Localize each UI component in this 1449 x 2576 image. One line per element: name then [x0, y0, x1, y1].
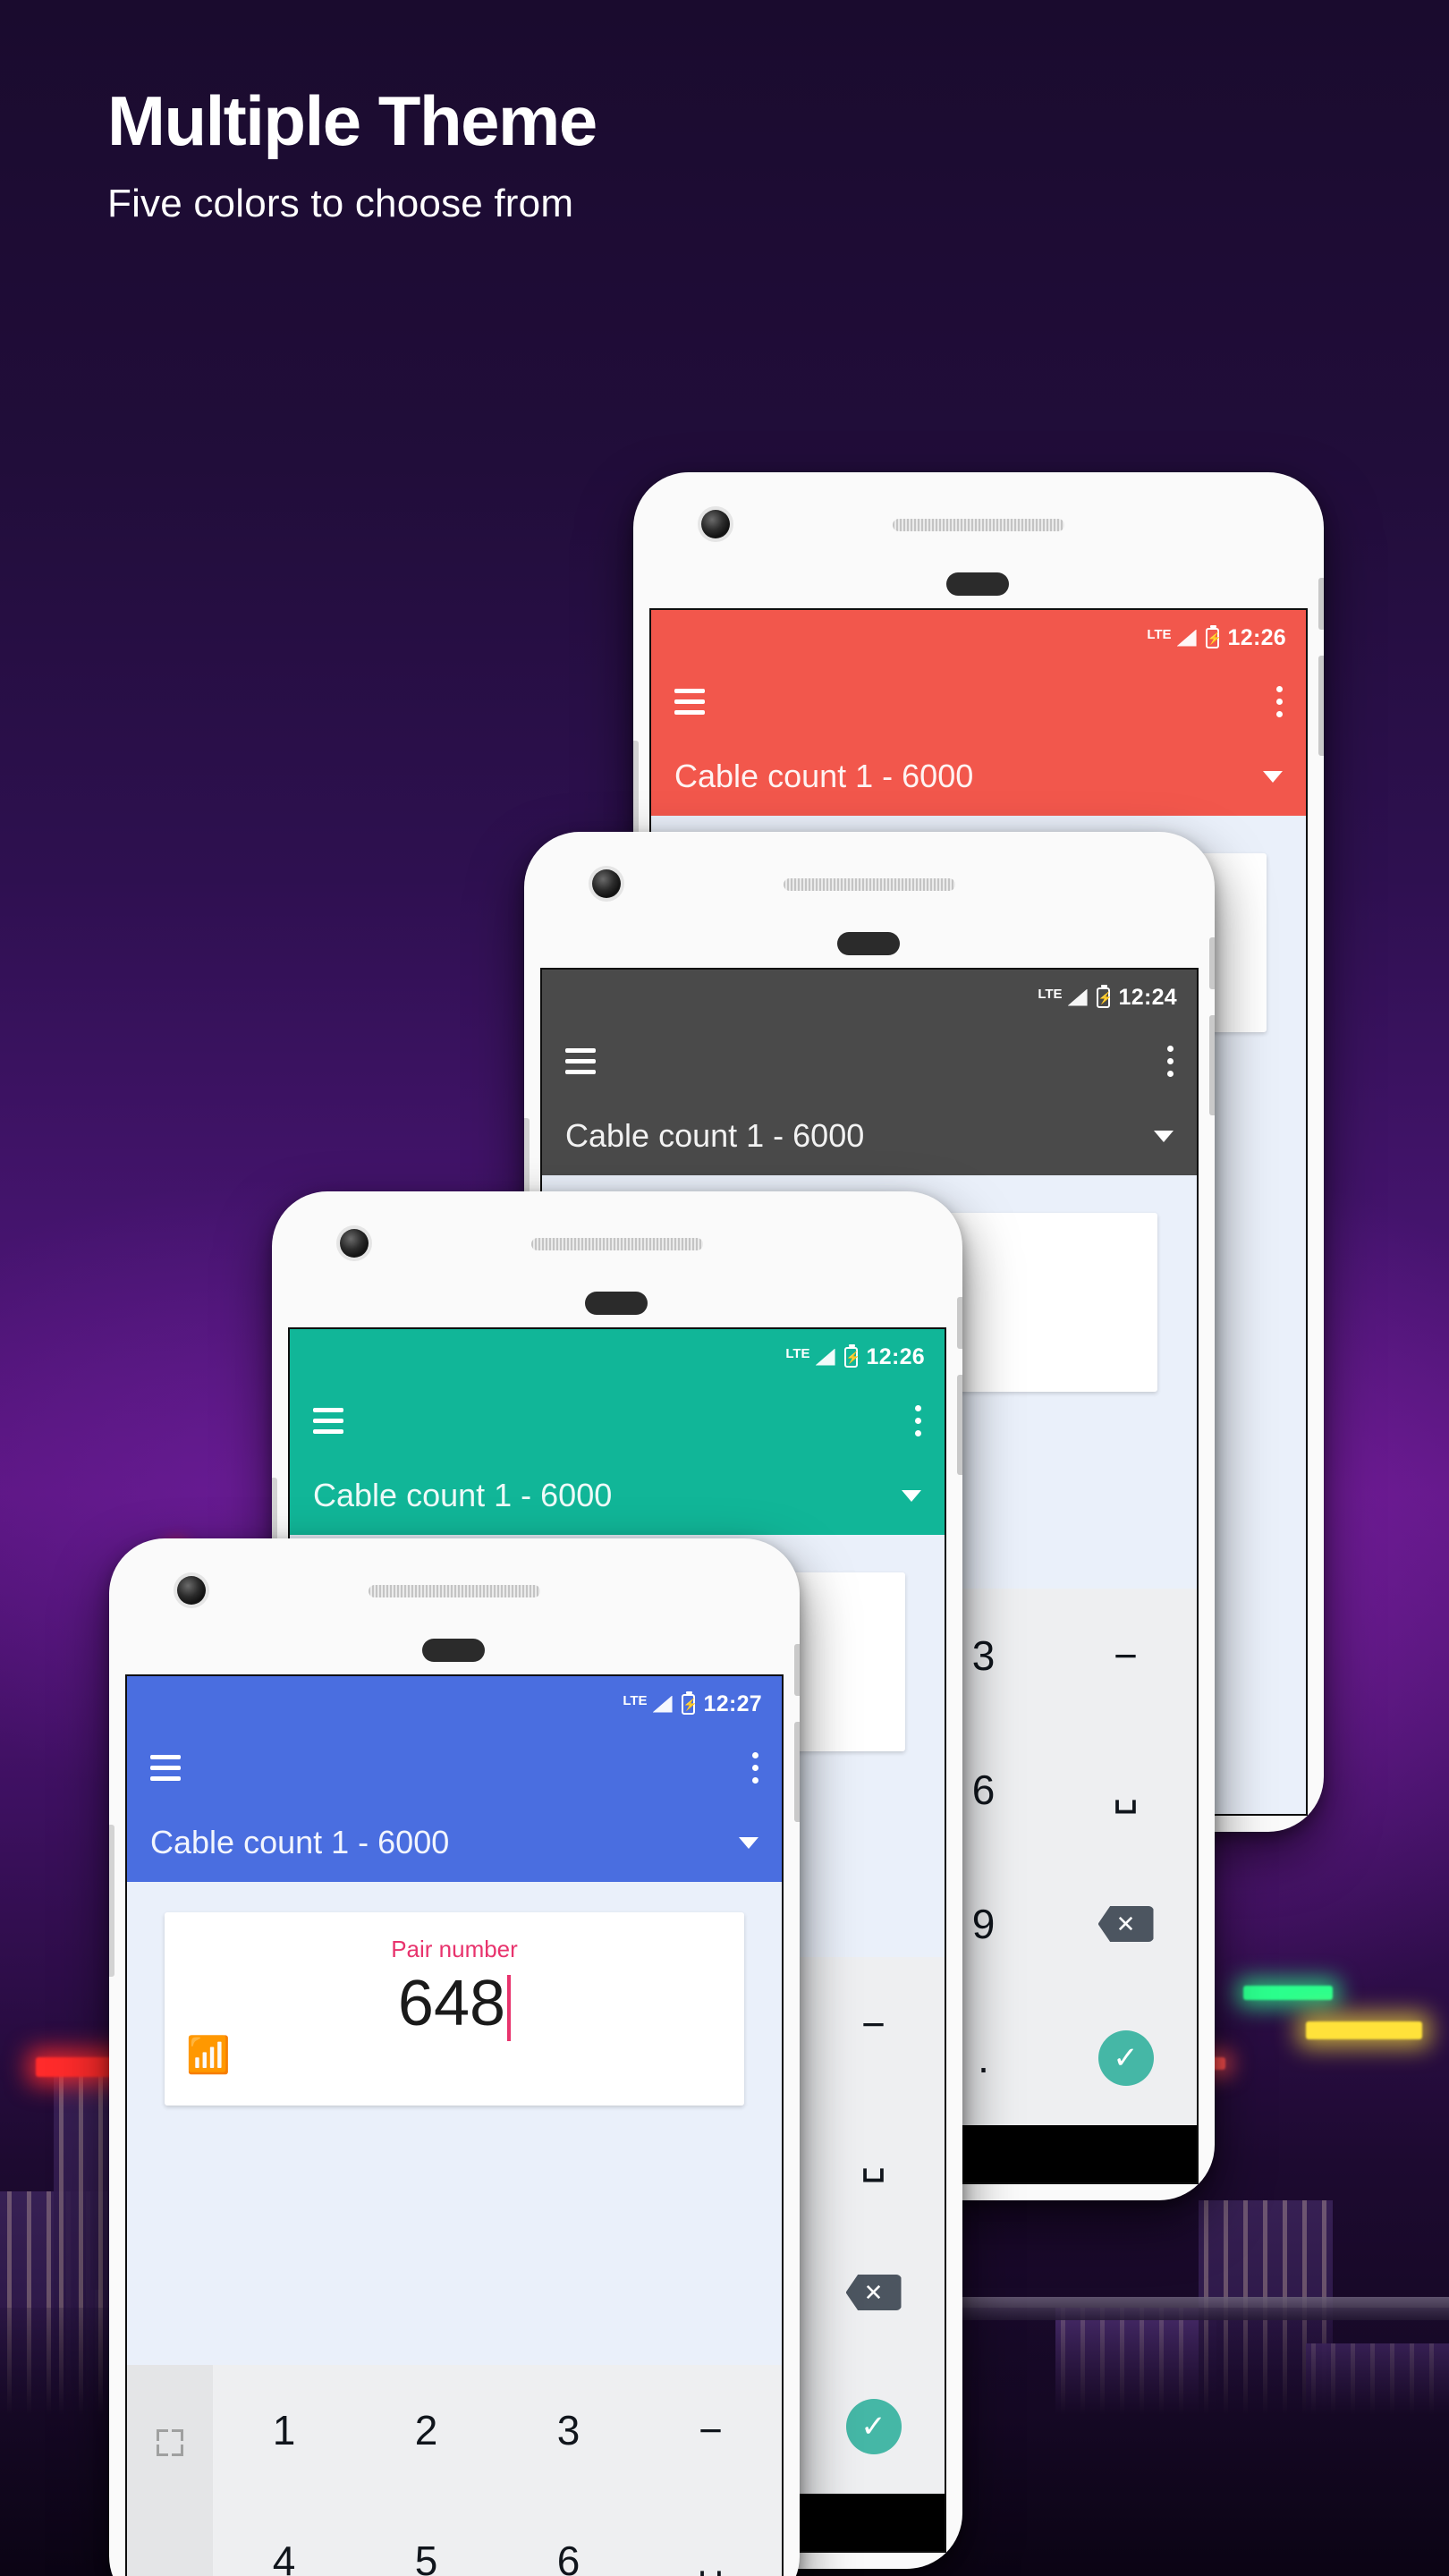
- cable-count-spinner[interactable]: Cable count 1 - 6000: [542, 1097, 1197, 1175]
- app-bar: LTE 12:27 Cable count 1 - 6000: [127, 1676, 782, 1882]
- hamburger-menu-icon[interactable]: [674, 688, 705, 715]
- signal-bars-icon: [1176, 629, 1197, 647]
- status-bar: LTE 12:26: [651, 610, 1306, 665]
- overflow-menu-icon[interactable]: [1276, 685, 1283, 717]
- overflow-menu-icon[interactable]: [752, 1751, 758, 1784]
- app-bar: LTE 12:24 Cable count 1 - 6000: [542, 970, 1197, 1175]
- hamburger-menu-icon[interactable]: [565, 1047, 596, 1074]
- spinner-label: Cable count 1 - 6000: [565, 1117, 865, 1154]
- check-confirm-icon[interactable]: ✓: [1097, 2030, 1154, 2086]
- key-4[interactable]: 4: [213, 2496, 355, 2576]
- status-bar: LTE 12:26: [290, 1329, 945, 1385]
- key-1[interactable]: 1: [213, 2365, 355, 2496]
- cable-count-spinner[interactable]: Cable count 1 - 6000: [127, 1803, 782, 1882]
- cable-count-spinner[interactable]: Cable count 1 - 6000: [651, 737, 1306, 816]
- signal-bars-icon: [652, 1695, 673, 1713]
- pair-number-value[interactable]: 648: [165, 1967, 744, 2041]
- app-bar: LTE 12:26 Cable count 1 - 6000: [651, 610, 1306, 816]
- cable-count-spinner[interactable]: Cable count 1 - 6000: [290, 1456, 945, 1535]
- battery-charging-icon: [1205, 624, 1219, 648]
- overflow-menu-icon[interactable]: [1167, 1045, 1174, 1077]
- phone-mockup-blue: LTE 12:27 Cable count 1 - 6000 Pair numb…: [109, 1538, 800, 2576]
- overflow-menu-icon[interactable]: [915, 1404, 921, 1436]
- key-5[interactable]: 5: [355, 2496, 497, 2576]
- lte-label: LTE: [1147, 626, 1172, 642]
- status-time: 12:26: [1227, 624, 1286, 650]
- dropdown-caret-icon: [1263, 770, 1283, 783]
- status-bar: LTE 12:24: [542, 970, 1197, 1025]
- status-time: 12:27: [703, 1690, 762, 1716]
- key-minus[interactable]: −: [640, 2365, 782, 2496]
- app-bar-actions: [127, 1732, 782, 1803]
- app-bar-actions: [651, 665, 1306, 737]
- app-bar-actions: [542, 1025, 1197, 1097]
- spinner-label: Cable count 1 - 6000: [674, 758, 974, 794]
- screen-content: Pair number 648 📶 ‹ 1 2 3 − 4 5: [127, 1912, 782, 2576]
- keypad-side-column: ‹: [127, 2365, 213, 2576]
- text-cursor: [507, 1974, 512, 2041]
- key-minus[interactable]: −: [1055, 1589, 1197, 1723]
- spinner-label: Cable count 1 - 6000: [150, 1824, 450, 1860]
- app-bar-actions: [290, 1385, 945, 1456]
- battery-charging-icon: [1096, 984, 1110, 1008]
- signal-bars-icon: [815, 1348, 835, 1366]
- status-time: 12:26: [866, 1343, 925, 1369]
- keypad-grid: 1 2 3 − 4 5 6 ␣: [213, 2365, 782, 2576]
- key-space[interactable]: ␣: [802, 2091, 945, 2225]
- backspace-icon[interactable]: ✕: [1097, 1906, 1154, 1942]
- numeric-keypad: ‹ 1 2 3 − 4 5 6 ␣: [127, 2365, 782, 2576]
- battery-charging-icon: [843, 1343, 858, 1368]
- dropdown-caret-icon: [739, 1836, 758, 1849]
- backspace-icon[interactable]: ✕: [845, 2275, 902, 2310]
- signal-bars-icon: [1067, 988, 1088, 1006]
- page-subtitle: Five colors to choose from: [107, 181, 574, 225]
- key-space[interactable]: ␣: [640, 2496, 782, 2576]
- status-time: 12:24: [1118, 984, 1177, 1010]
- screen-blue: LTE 12:27 Cable count 1 - 6000 Pair numb…: [125, 1674, 784, 2576]
- vibration-signal-icon: 📶: [186, 2036, 231, 2075]
- pair-number-card[interactable]: Pair number 648 📶: [165, 1912, 744, 2106]
- expand-fullscreen-icon[interactable]: [157, 2429, 183, 2456]
- status-bar: LTE 12:27: [127, 1676, 782, 1732]
- key-3[interactable]: 3: [497, 2365, 640, 2496]
- dropdown-caret-icon: [902, 1489, 921, 1502]
- lte-label: LTE: [785, 1345, 810, 1361]
- check-confirm-icon[interactable]: ✓: [845, 2399, 902, 2454]
- pair-number-label: Pair number: [391, 1936, 518, 1962]
- spinner-label: Cable count 1 - 6000: [313, 1477, 613, 1513]
- key-2[interactable]: 2: [355, 2365, 497, 2496]
- key-minus[interactable]: −: [802, 1957, 945, 2091]
- lte-label: LTE: [623, 1692, 648, 1708]
- dropdown-caret-icon: [1154, 1130, 1174, 1142]
- pair-number-text: 648: [397, 1968, 506, 2039]
- key-space[interactable]: ␣: [1055, 1723, 1197, 1857]
- chevron-left-icon[interactable]: ‹: [163, 2563, 176, 2576]
- app-bar: LTE 12:26 Cable count 1 - 6000: [290, 1329, 945, 1535]
- promo-header: Multiple Theme Five colors to choose fro…: [107, 81, 597, 226]
- lte-label: LTE: [1038, 986, 1063, 1002]
- hamburger-menu-icon[interactable]: [150, 1754, 181, 1781]
- page-title: Multiple Theme: [107, 81, 597, 160]
- key-6[interactable]: 6: [497, 2496, 640, 2576]
- hamburger-menu-icon[interactable]: [313, 1407, 343, 1434]
- battery-charging-icon: [681, 1690, 695, 1715]
